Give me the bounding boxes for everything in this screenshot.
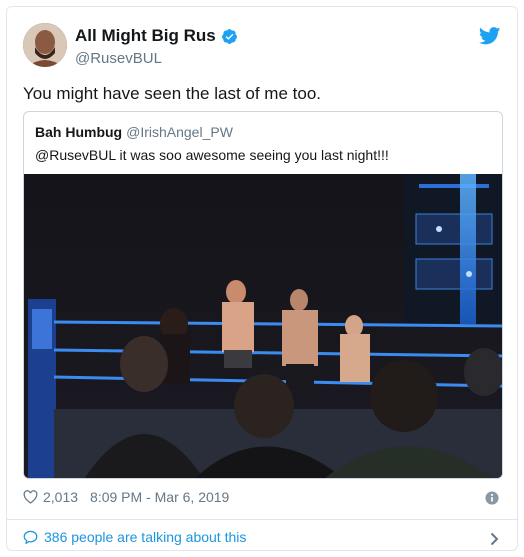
- info-icon[interactable]: [485, 491, 499, 505]
- tweet-text: You might have seen the last of me too.: [23, 84, 322, 103]
- quoted-tweet-photo[interactable]: [24, 174, 502, 478]
- talking-about-text[interactable]: 386 people are talking about this: [44, 529, 246, 545]
- chevron-right-icon[interactable]: [490, 532, 499, 546]
- footer-divider: [7, 519, 517, 520]
- quoted-tweet-header[interactable]: Bah Humbug @IrishAngel_PW: [35, 124, 233, 140]
- avatar[interactable]: [23, 23, 67, 67]
- tweet-timestamp[interactable]: 8:09 PM - Mar 6, 2019: [90, 489, 229, 505]
- quoted-tweet[interactable]: Bah Humbug @IrishAngel_PW @RusevBUL it wa…: [23, 111, 503, 479]
- like-count[interactable]: 2,013: [43, 489, 78, 505]
- quoted-tweet-text: @RusevBUL it was soo awesome seeing you …: [35, 147, 389, 163]
- author-display-name[interactable]: All Might Big Rus: [75, 26, 216, 46]
- author-handle[interactable]: @RusevBUL: [75, 50, 162, 67]
- conversation-link[interactable]: 386 people are talking about this: [23, 529, 246, 545]
- speech-bubble-icon: [23, 530, 38, 544]
- author-name-row[interactable]: All Might Big Rus: [75, 26, 238, 46]
- tweet-meta: 2,013 8:09 PM - Mar 6, 2019: [23, 489, 229, 505]
- tweet-card[interactable]: All Might Big Rus @RusevBUL You might ha…: [6, 6, 518, 551]
- verified-badge-icon: [221, 28, 237, 44]
- twitter-bird-icon[interactable]: [479, 27, 501, 45]
- quoted-handle[interactable]: @IrishAngel_PW: [126, 124, 233, 140]
- quoted-display-name[interactable]: Bah Humbug: [35, 124, 122, 140]
- heart-icon[interactable]: [23, 490, 38, 504]
